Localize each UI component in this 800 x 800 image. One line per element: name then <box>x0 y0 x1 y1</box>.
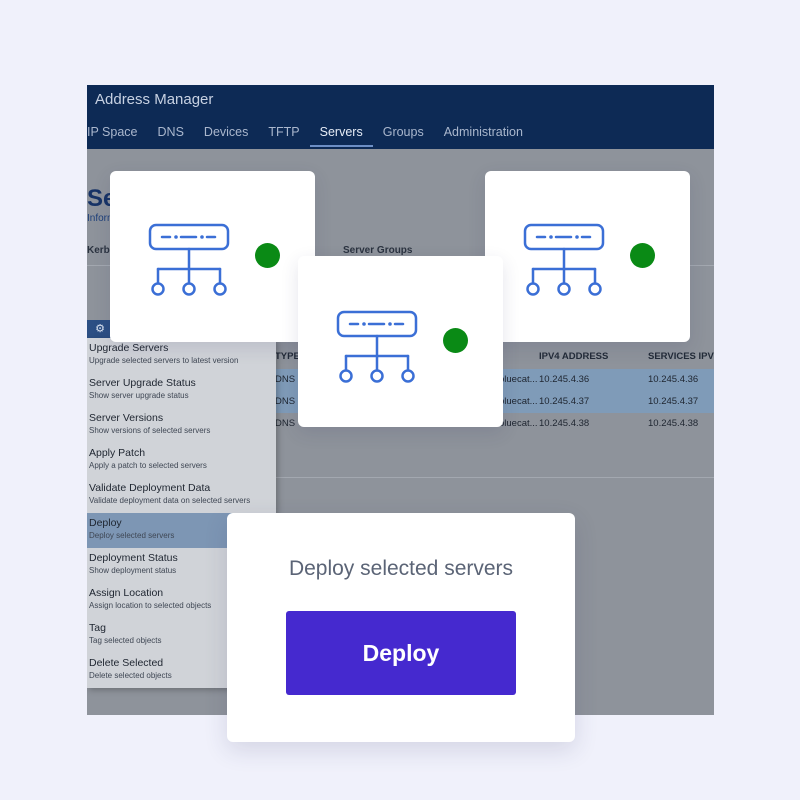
server-card <box>110 171 315 342</box>
cell-services: 10.245.4.38 <box>648 418 699 429</box>
server-network-icon <box>523 223 605 296</box>
menu-item-server-upgrade-status[interactable]: Server Upgrade Status Show server upgrad… <box>87 373 276 408</box>
menu-item-upgrade-servers[interactable]: Upgrade Servers Upgrade selected servers… <box>87 338 276 373</box>
cell-name: bluecat... <box>499 396 538 407</box>
nav-tab-tftp[interactable]: TFTP <box>258 125 309 147</box>
status-online-dot <box>443 328 468 353</box>
nav-tab-ip-space[interactable]: IP Space <box>87 125 148 147</box>
cell-ipv4: 10.245.4.37 <box>539 396 590 407</box>
server-card <box>298 256 503 427</box>
cell-name: bluecat... <box>499 374 538 385</box>
gear-icon: ⚙ <box>95 323 105 335</box>
server-network-icon <box>336 310 418 383</box>
cell-services: 10.245.4.37 <box>648 396 699 407</box>
deploy-button[interactable]: Deploy <box>286 611 516 695</box>
nav-tab-dns[interactable]: DNS <box>148 125 194 147</box>
nav-tab-groups[interactable]: Groups <box>373 125 434 147</box>
menu-item-validate-deployment-data[interactable]: Validate Deployment Data Validate deploy… <box>87 478 276 513</box>
app-title: Address Manager <box>95 91 214 108</box>
top-header: Address Manager IP Space DNS Devices TFT… <box>87 85 714 149</box>
status-online-dot <box>630 243 655 268</box>
status-online-dot <box>255 243 280 268</box>
column-header-services[interactable]: SERVICES IPV4 <box>648 351 714 362</box>
server-groups-label: Server Groups <box>343 245 413 256</box>
column-header-ipv4[interactable]: IPV4 ADDRESS <box>539 351 608 362</box>
cell-name: bluecat... <box>499 418 538 429</box>
deploy-description: Deploy selected servers <box>288 557 514 580</box>
menu-item-apply-patch[interactable]: Apply Patch Apply a patch to selected se… <box>87 443 276 478</box>
menu-item-server-versions[interactable]: Server Versions Show versions of selecte… <box>87 408 276 443</box>
cell-type: DNS <box>275 396 296 407</box>
nav-tab-devices[interactable]: Devices <box>194 125 258 147</box>
cell-ipv4: 10.245.4.36 <box>539 374 590 385</box>
nav-tab-administration[interactable]: Administration <box>434 125 533 147</box>
main-nav: IP Space DNS Devices TFTP Servers Groups… <box>87 125 533 147</box>
server-card <box>485 171 690 342</box>
deploy-card: Deploy selected servers Deploy <box>227 513 575 742</box>
cell-services: 10.245.4.36 <box>648 374 699 385</box>
server-network-icon <box>148 223 230 296</box>
cell-ipv4: 10.245.4.38 <box>539 418 590 429</box>
nav-tab-servers[interactable]: Servers <box>309 125 373 147</box>
cell-type: DNS <box>275 374 296 385</box>
cell-type: DNS <box>275 418 296 429</box>
